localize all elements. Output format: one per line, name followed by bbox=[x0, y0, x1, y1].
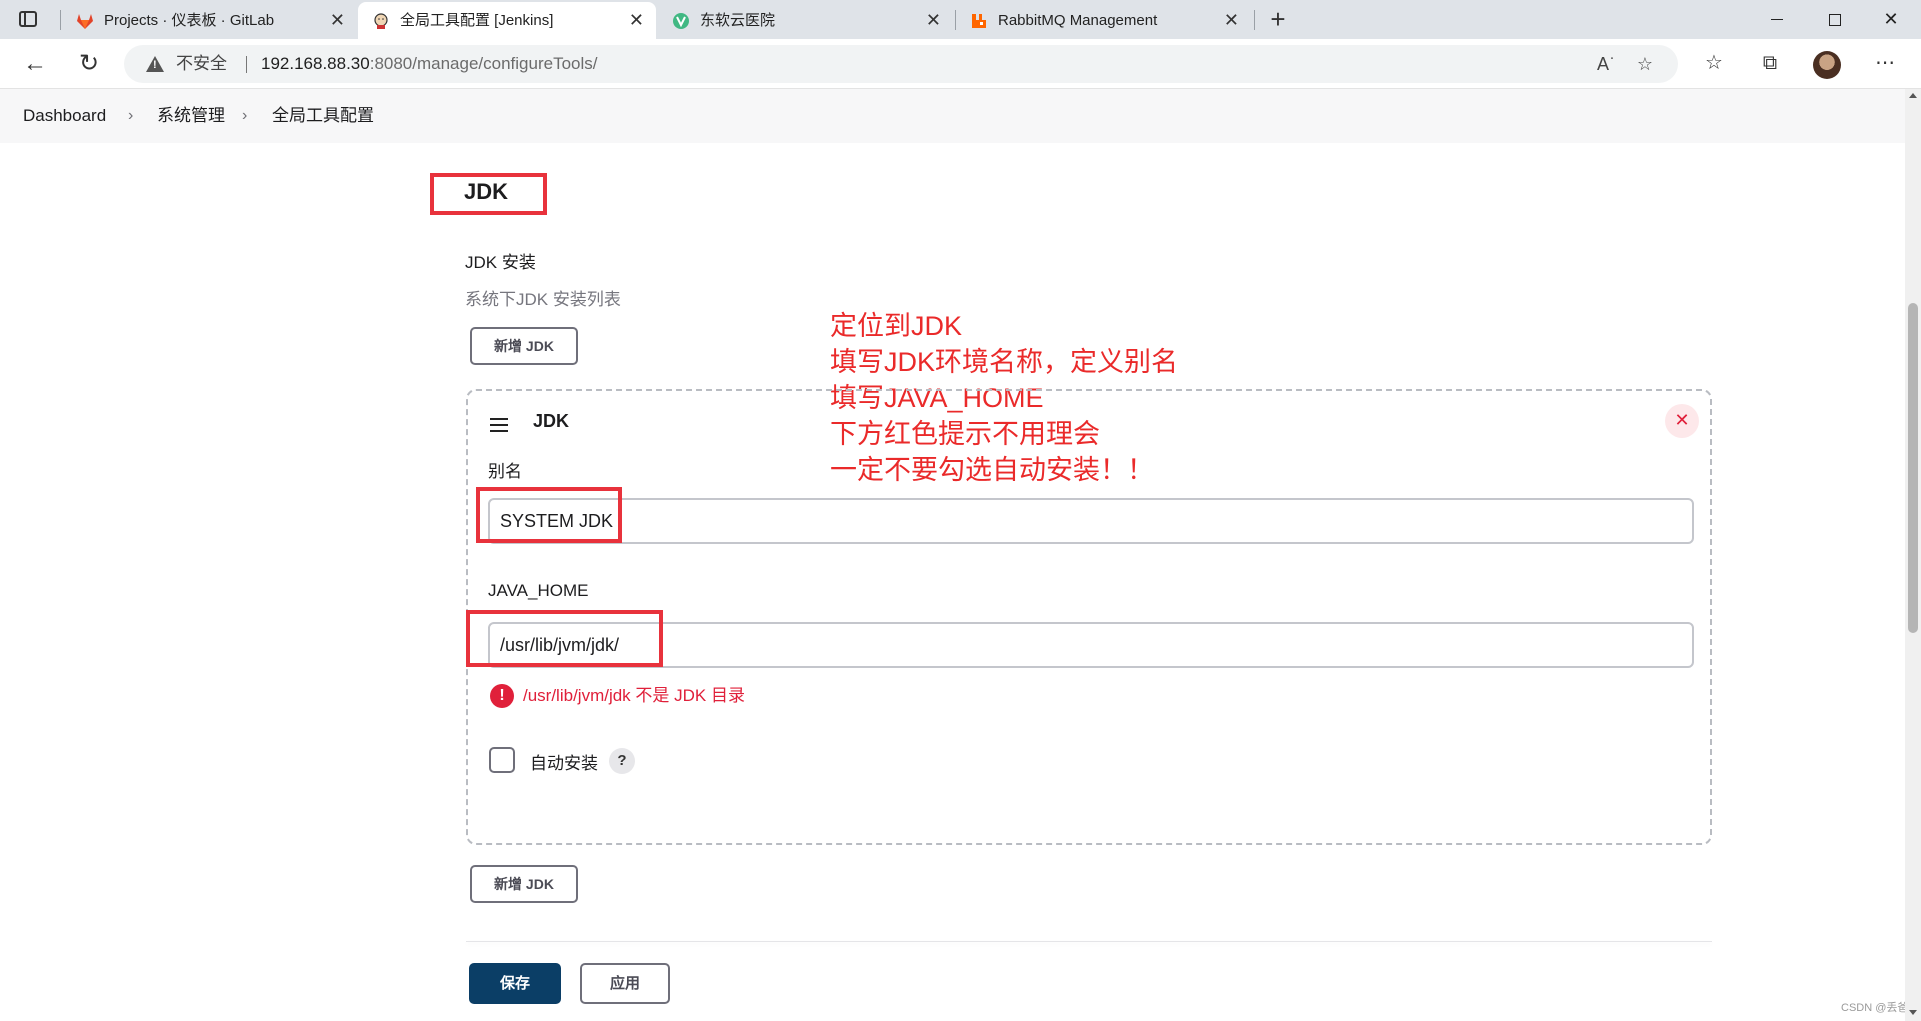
favorites-icon[interactable]: ☆ bbox=[1700, 49, 1728, 77]
scrollbar-thumb[interactable] bbox=[1908, 303, 1918, 633]
alias-label: 别名 bbox=[488, 462, 522, 481]
breadcrumb-global-tools[interactable]: 全局工具配置 bbox=[272, 89, 374, 143]
tab-rabbitmq[interactable]: RabbitMQ Management ✕ bbox=[956, 2, 1251, 39]
browser-tab-strip: Projects · 仪表板 · GitLab ✕ 全局工具配置 [Jenkin… bbox=[0, 0, 1921, 39]
window-minimize-button[interactable] bbox=[1754, 0, 1800, 39]
main-content: JDK JDK 安装 系统下JDK 安装列表 新增 JDK 定位到JDK 填写J… bbox=[0, 143, 1909, 1021]
jenkins-icon bbox=[374, 13, 388, 29]
drag-handle-icon[interactable] bbox=[490, 418, 508, 432]
url-text[interactable]: 192.168.88.30:8080/manage/configureTools… bbox=[261, 45, 597, 83]
java-home-label: JAVA_HOME bbox=[488, 581, 589, 600]
tab-actions-icon[interactable] bbox=[16, 8, 40, 32]
tab-separator bbox=[60, 10, 61, 30]
auto-install-label[interactable]: 自动安装 bbox=[530, 749, 598, 774]
breadcrumb-system-manage[interactable]: 系统管理 bbox=[157, 89, 225, 143]
more-menu-icon[interactable]: ⋯ bbox=[1871, 49, 1899, 77]
collections-icon[interactable]: ⧉ bbox=[1756, 49, 1784, 77]
browser-toolbar: ← ↻ 不安全 192.168.88.30:8080/manage/config… bbox=[0, 39, 1921, 89]
highlight-box-java-home bbox=[466, 610, 663, 667]
highlight-box-title bbox=[430, 173, 547, 215]
new-tab-button[interactable]: + bbox=[1262, 2, 1294, 38]
profile-avatar[interactable] bbox=[1813, 51, 1841, 79]
tab-separator bbox=[1254, 10, 1255, 30]
java-home-input[interactable]: /usr/lib/jvm/jdk/ bbox=[488, 622, 1694, 668]
tab-close-icon[interactable]: ✕ bbox=[629, 2, 644, 39]
jdk-install-description: 系统下JDK 安装列表 bbox=[465, 290, 621, 309]
address-bar[interactable]: 不安全 192.168.88.30:8080/manage/configureT… bbox=[124, 45, 1678, 83]
reload-icon[interactable]: ↻ bbox=[74, 49, 104, 79]
window-maximize-button[interactable] bbox=[1811, 0, 1857, 39]
tab-title: RabbitMQ Management bbox=[998, 12, 1158, 29]
jdk-install-label: JDK 安装 bbox=[465, 253, 536, 272]
java-home-error-message: /usr/lib/jvm/jdk 不是 JDK 目录 bbox=[523, 686, 745, 705]
tab-jenkins[interactable]: 全局工具配置 [Jenkins] ✕ bbox=[358, 2, 656, 39]
tab-title: 东软云医院 bbox=[700, 12, 776, 29]
save-button[interactable]: 保存 bbox=[469, 963, 561, 1004]
gitlab-icon bbox=[77, 14, 93, 29]
delete-jdk-button[interactable]: ✕ bbox=[1665, 404, 1699, 438]
apply-button[interactable]: 应用 bbox=[580, 963, 670, 1004]
scroll-down-icon[interactable] bbox=[1909, 1010, 1917, 1015]
url-divider bbox=[246, 56, 247, 73]
tab-title: Projects · 仪表板 · GitLab bbox=[104, 12, 275, 29]
vue-icon bbox=[673, 13, 689, 29]
tab-title: 全局工具配置 [Jenkins] bbox=[400, 12, 554, 29]
add-jdk-button-bottom[interactable]: 新增 JDK bbox=[470, 865, 578, 903]
read-aloud-icon[interactable]: A͘ bbox=[1590, 51, 1616, 77]
help-icon[interactable]: ? bbox=[609, 748, 635, 774]
card-title: JDK bbox=[533, 411, 570, 431]
vertical-scrollbar[interactable] bbox=[1905, 89, 1921, 1021]
tab-close-icon[interactable]: ✕ bbox=[1224, 2, 1239, 39]
chevron-right-icon: › bbox=[128, 107, 134, 124]
rabbitmq-icon bbox=[972, 14, 986, 28]
warning-icon bbox=[146, 56, 164, 72]
tab-close-icon[interactable]: ✕ bbox=[330, 2, 345, 39]
back-arrow-icon[interactable]: ← bbox=[20, 49, 50, 79]
tab-hospital[interactable]: 东软云医院 ✕ bbox=[658, 2, 953, 39]
scroll-up-icon[interactable] bbox=[1909, 93, 1917, 98]
alias-input[interactable]: SYSTEM JDK bbox=[488, 498, 1694, 544]
watermark: CSDN @丢爸 bbox=[1841, 1002, 1909, 1014]
highlight-box-alias bbox=[476, 487, 622, 543]
tab-gitlab[interactable]: Projects · 仪表板 · GitLab ✕ bbox=[62, 2, 357, 39]
auto-install-checkbox[interactable] bbox=[489, 747, 515, 773]
breadcrumb-dashboard[interactable]: Dashboard bbox=[23, 89, 106, 143]
error-icon: ! bbox=[490, 684, 514, 708]
security-label[interactable]: 不安全 bbox=[176, 45, 227, 83]
footer-divider bbox=[466, 941, 1712, 942]
breadcrumb: Dashboard › 系统管理 › 全局工具配置 bbox=[0, 89, 1905, 143]
add-jdk-button-top[interactable]: 新增 JDK bbox=[470, 327, 578, 365]
tab-close-icon[interactable]: ✕ bbox=[926, 2, 941, 39]
chevron-right-icon: › bbox=[242, 107, 248, 124]
window-close-button[interactable]: ✕ bbox=[1868, 0, 1914, 39]
add-favorite-icon[interactable]: ☆ bbox=[1632, 51, 1658, 77]
